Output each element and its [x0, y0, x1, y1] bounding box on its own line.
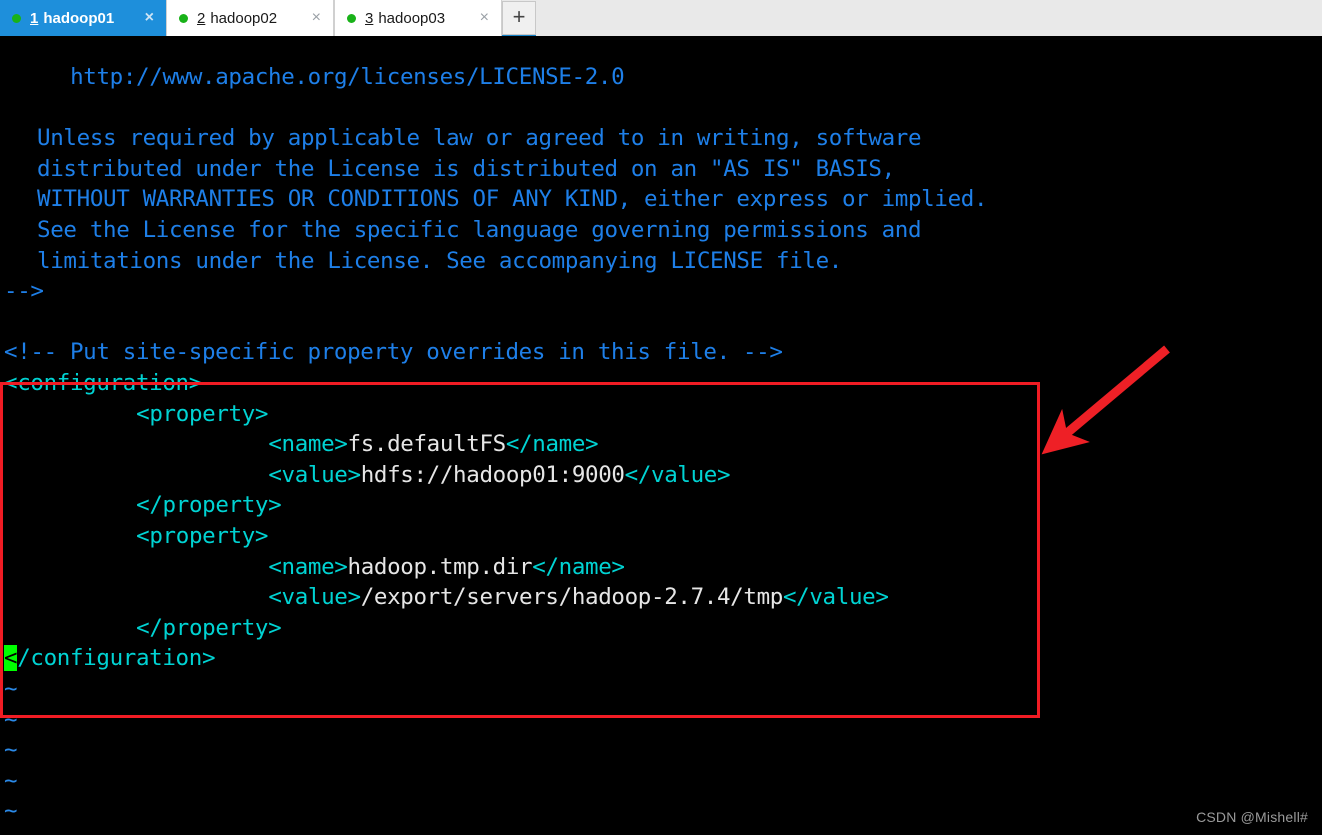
terminal-line: distributed under the License is distrib… — [37, 155, 895, 182]
terminal-text: hdfs://hadoop01:9000 — [360, 461, 625, 488]
terminal-text: WITHOUT WARRANTIES OR CONDITIONS OF ANY … — [37, 186, 988, 213]
terminal-text: ~ — [4, 676, 18, 702]
terminal-text: <value> — [268, 461, 361, 488]
connection-status-dot-icon — [12, 13, 21, 23]
terminal-text: <configuration> — [4, 370, 202, 396]
connection-status-dot-icon — [179, 13, 188, 23]
close-icon[interactable]: × — [141, 10, 158, 26]
terminal-window: 1 hadoop01 × 2 hadoop02 × 3 hadoop03 × +… — [0, 0, 1322, 835]
terminal-line: <!-- Put site-specific property override… — [4, 339, 783, 366]
terminal-line: <property> — [136, 523, 269, 549]
terminal-text: <name> — [268, 553, 348, 580]
tab-number: 2 — [197, 9, 206, 27]
terminal-screen[interactable]: http://www.apache.org/licenses/LICENSE-2… — [0, 40, 1322, 835]
terminal-line: ~ — [4, 676, 18, 702]
terminal-text: <value> — [268, 584, 361, 611]
terminal-line: --> — [4, 278, 44, 305]
terminal-line: ~ — [4, 737, 18, 764]
terminal-text: http://www.apache.org/licenses/LICENSE-2… — [70, 64, 625, 90]
terminal-line: WITHOUT WARRANTIES OR CONDITIONS OF ANY … — [37, 186, 988, 213]
terminal-text: See the License for the specific languag… — [37, 217, 922, 243]
terminal-line: <name>hadoop.tmp.dir</name> — [268, 553, 625, 580]
new-tab-button[interactable]: + — [502, 1, 536, 35]
terminal-line: limitations under the License. See accom… — [37, 247, 842, 274]
terminal-line: ~ — [4, 798, 18, 825]
tab-hadoop02[interactable]: 2 hadoop02 × — [166, 0, 334, 36]
tab-bar-empty-area — [536, 0, 1322, 36]
text-cursor: < — [4, 645, 18, 672]
terminal-text: <property> — [136, 400, 269, 427]
terminal-text: <name> — [268, 431, 348, 458]
terminal-line: </property> — [136, 614, 282, 641]
tab-hadoop01[interactable]: 1 hadoop01 × — [0, 0, 166, 36]
terminal-line: </property> — [136, 492, 282, 519]
terminal-text: <!-- Put site-specific property override… — [4, 339, 783, 366]
terminal-text: --> — [4, 278, 44, 305]
terminal-text: </name> — [505, 431, 599, 458]
terminal-text: ~ — [4, 767, 18, 794]
terminal-text: Unless required by applicable law or agr… — [37, 125, 922, 152]
close-icon[interactable]: × — [476, 10, 493, 26]
close-icon[interactable]: × — [308, 10, 325, 26]
terminal-text: ~ — [4, 798, 18, 825]
terminal-text: </value> — [782, 584, 889, 611]
terminal-line: Unless required by applicable law or agr… — [37, 125, 922, 152]
watermark: CSDN @Mishell# — [1196, 809, 1308, 825]
tab-bar: 1 hadoop01 × 2 hadoop02 × 3 hadoop03 × + — [0, 0, 1322, 36]
tab-number: 1 — [30, 9, 39, 27]
terminal-line: </configuration> — [4, 645, 216, 672]
terminal-text: <property> — [136, 523, 269, 549]
terminal-text: </property> — [136, 492, 282, 519]
terminal-text: </value> — [624, 461, 731, 488]
terminal-line: http://www.apache.org/licenses/LICENSE-2… — [70, 64, 625, 90]
terminal-text: /configuration> — [17, 645, 216, 672]
tab-hadoop03[interactable]: 3 hadoop03 × — [334, 0, 502, 36]
terminal-line: <name>fs.defaultFS</name> — [268, 431, 599, 458]
terminal-text: ~ — [4, 706, 18, 733]
terminal-line: ~ — [4, 706, 18, 733]
tab-label: hadoop02 — [210, 9, 278, 27]
tab-label: hadoop03 — [378, 9, 446, 27]
terminal-line: <value>/export/servers/hadoop-2.7.4/tmp<… — [268, 584, 889, 611]
terminal-line: <property> — [136, 400, 269, 427]
terminal-text: </name> — [532, 553, 625, 580]
terminal-text: distributed under the License is distrib… — [37, 155, 895, 182]
terminal-line: ~ — [4, 767, 18, 794]
terminal-text: fs.defaultFS — [347, 431, 507, 458]
terminal-text: </property> — [136, 614, 282, 641]
connection-status-dot-icon — [347, 13, 356, 23]
terminal-text: hadoop.tmp.dir — [347, 553, 533, 580]
tab-number: 3 — [365, 9, 374, 27]
terminal-text: /export/servers/hadoop-2.7.4/tmp — [360, 584, 784, 611]
terminal-line: <value>hdfs://hadoop01:9000</value> — [268, 461, 731, 488]
terminal-line: See the License for the specific languag… — [37, 217, 922, 243]
tab-label: hadoop01 — [43, 9, 115, 27]
terminal-text: limitations under the License. See accom… — [37, 247, 842, 274]
terminal-text: ~ — [4, 737, 18, 764]
terminal-line: <configuration> — [4, 370, 202, 396]
